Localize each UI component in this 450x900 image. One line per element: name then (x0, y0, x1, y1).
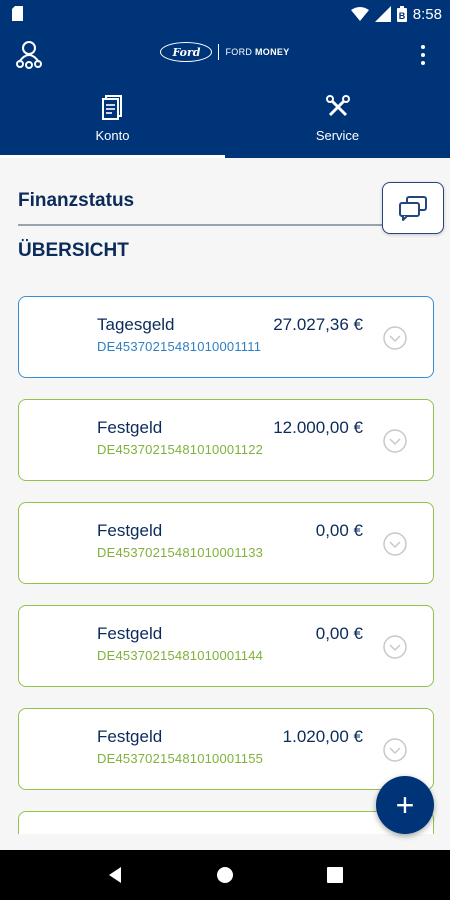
chevron-down-icon[interactable] (383, 429, 407, 453)
account-iban: DE45370215481010001122 (97, 442, 264, 457)
account-iban: DE45370215481010001144 (97, 648, 264, 663)
back-icon[interactable] (107, 866, 123, 884)
section-title: ÜBERSICHT (18, 240, 129, 261)
tools-icon (325, 95, 350, 117)
account-card[interactable]: Festgeld 0,00 € DE45370215481010001133 (18, 502, 434, 584)
system-nav-bar (0, 850, 450, 900)
account-name: Tagesgeld (97, 315, 175, 334)
chevron-down-icon[interactable] (383, 738, 407, 762)
status-time: 8:58 (412, 5, 442, 23)
account-iban: DE45370215481010001111 (97, 339, 262, 354)
account-card[interactable]: Festgeld 12.000,00 € DE45370215481010001… (18, 399, 434, 481)
page-title: Finanzstatus (18, 190, 135, 211)
account-card[interactable]: Festgeld 0,00 € DE45370215481010001144 (18, 605, 434, 687)
tab-konto-label: Konto (95, 128, 130, 143)
account-amount: 0,00 € (315, 624, 363, 643)
wifi-icon (350, 7, 369, 21)
account-amount: 12.000,00 € (273, 418, 363, 437)
brand-product-prefix: FORD (225, 47, 253, 57)
account-iban: DE45370215481010001155 (97, 751, 264, 766)
account-name: Festgeld (97, 418, 163, 437)
tab-service-label: Service (315, 128, 360, 143)
app-header: Ford FORD MONEY Konto Service (0, 28, 450, 158)
tab-service[interactable]: Service (225, 86, 450, 158)
svg-text:B: B (399, 11, 406, 21)
account-name: Festgeld (97, 624, 163, 643)
account-card[interactable]: Festgeld 1.020,00 € DE453702154810100011… (18, 708, 434, 790)
title-divider (18, 224, 384, 226)
status-right: B 8:58 (350, 4, 442, 24)
account-iban: DE45370215481010001133 (97, 545, 264, 560)
tab-bar: Konto Service (0, 86, 450, 158)
chevron-down-icon[interactable] (383, 326, 407, 350)
main-content: Finanzstatus ÜBERSICHT Tagesgeld 27.027,… (0, 158, 450, 834)
tab-konto[interactable]: Konto (0, 86, 225, 158)
document-icon (101, 95, 122, 120)
brand-divider (218, 44, 220, 60)
battery-icon: B (396, 6, 407, 22)
account-card[interactable]: Tagesgeld 27.027,36 € DE4537021548101000… (18, 296, 434, 378)
sim-card-icon (12, 6, 23, 21)
status-bar: B 8:58 (0, 0, 450, 28)
account-amount: 27.027,36 € (273, 315, 363, 334)
account-name: Festgeld (97, 727, 163, 746)
account-amount: 0,00 € (315, 521, 363, 540)
account-card-partial[interactable] (18, 811, 434, 834)
home-icon[interactable] (216, 866, 234, 884)
account-amount: 1.020,00 € (282, 727, 363, 746)
chevron-down-icon[interactable] (383, 635, 407, 659)
account-name: Festgeld (97, 521, 163, 540)
brand-logo: Ford FORD MONEY (0, 42, 450, 62)
chat-button[interactable] (382, 182, 444, 234)
ford-logo: Ford (160, 42, 213, 62)
brand-product-name: MONEY (255, 47, 290, 57)
chat-icon (399, 196, 427, 221)
signal-icon (374, 6, 391, 22)
chevron-down-icon[interactable] (383, 532, 407, 556)
add-button[interactable]: + (376, 776, 434, 834)
brand-product: FORD MONEY (225, 47, 289, 57)
recents-icon[interactable] (327, 867, 344, 883)
more-vert-icon[interactable] (418, 42, 428, 68)
